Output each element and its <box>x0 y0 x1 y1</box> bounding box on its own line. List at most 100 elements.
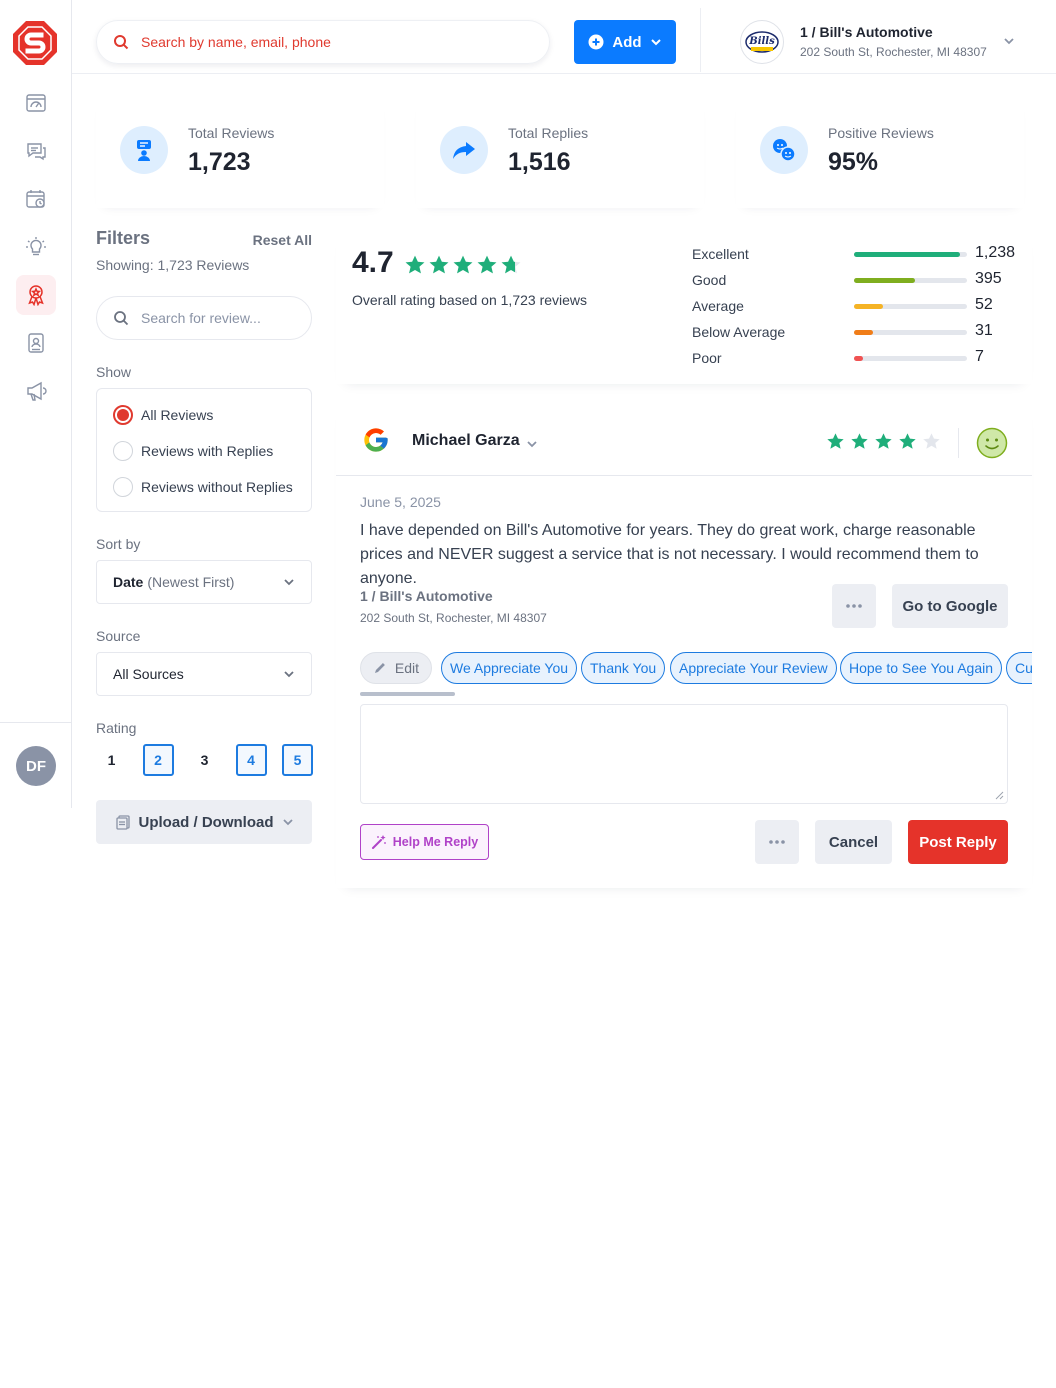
chip-thank-you[interactable]: Thank You <box>581 652 666 684</box>
upload-download-label: Upload / Download <box>138 813 274 831</box>
overall-stars <box>404 254 522 276</box>
chip-hope-to-see-you-again[interactable]: Hope to See You Again <box>840 652 1003 684</box>
global-search-placeholder: Search by name, email, phone <box>141 34 331 50</box>
overall-rating: 4.7 <box>352 246 394 279</box>
more-dots-icon <box>846 604 862 608</box>
topbar-divider <box>700 8 701 72</box>
breakdown-track <box>854 252 967 257</box>
breakdown-row: Excellent 1,238 <box>692 244 1032 270</box>
review-more-button[interactable] <box>832 584 876 628</box>
edit-label: Edit <box>394 660 419 676</box>
rating-option-2[interactable]: 2 <box>142 744 174 776</box>
show-option-all[interactable]: All Reviews <box>113 405 213 425</box>
chip-appreciate-your-review[interactable]: Appreciate Your Review <box>670 652 837 684</box>
add-button-label: Add <box>612 33 642 51</box>
source-select[interactable]: All Sources <box>96 652 312 696</box>
star-icon <box>827 433 844 449</box>
upload-download-button[interactable]: Upload / Download <box>96 800 312 844</box>
rail-dashboard[interactable] <box>0 83 72 123</box>
radio-unselected[interactable] <box>113 441 133 461</box>
rating-options: 1 2 3 4 5 <box>96 744 329 776</box>
breakdown-row: Good 395 <box>692 270 1032 296</box>
show-option-without-replies[interactable]: Reviews without Replies <box>113 477 293 497</box>
rating-option-1[interactable]: 1 <box>96 744 127 776</box>
add-button[interactable]: Add <box>574 20 676 64</box>
stat-icon-wrap <box>440 126 488 174</box>
show-options: All Reviews Reviews with Replies Reviews… <box>96 388 312 512</box>
breakdown-row: Poor 7 <box>692 348 1032 374</box>
breakdown-track <box>854 304 967 309</box>
chip-we-appreciate-you[interactable]: We Appreciate You <box>441 652 578 684</box>
review-search-input[interactable]: Search for review... <box>96 296 312 340</box>
chevron-down-icon <box>284 671 294 678</box>
breakdown-fill <box>854 278 916 283</box>
resize-handle-icon[interactable] <box>994 790 1004 800</box>
radio-unselected[interactable] <box>113 477 133 497</box>
chevron-down-icon[interactable] <box>526 438 538 450</box>
more-dots-icon <box>769 840 785 844</box>
rail-reviews[interactable] <box>0 275 72 315</box>
reply-arrow-icon <box>453 142 475 159</box>
edit-templates-button[interactable]: Edit <box>360 652 432 684</box>
chips-scrollbar[interactable] <box>360 692 455 696</box>
pencil-icon <box>374 663 385 673</box>
review-location-name: 1 / Bill's Automotive <box>360 588 493 604</box>
global-search-input[interactable]: Search by name, email, phone <box>96 20 550 64</box>
chevron-down-icon <box>282 819 293 826</box>
sort-label: Sort by <box>96 536 141 552</box>
smiley-face-icon <box>976 427 1008 459</box>
rail-campaigns[interactable] <box>0 371 72 411</box>
breakdown-count: 7 <box>975 348 984 365</box>
rail-messages[interactable] <box>0 131 72 171</box>
sort-value: Date <box>113 574 144 590</box>
reviewer-name[interactable]: Michael Garza <box>412 432 520 450</box>
radio-selected[interactable] <box>113 405 133 425</box>
s-octagon-icon <box>13 21 57 65</box>
stat-icon-wrap <box>120 126 168 174</box>
user-avatar[interactable]: DF <box>16 746 56 786</box>
star-icon <box>405 255 425 274</box>
contact-card-icon <box>28 333 44 353</box>
show-option-label: Reviews with Replies <box>141 443 274 459</box>
show-option-with-replies[interactable]: Reviews with Replies <box>113 441 273 461</box>
rating-option-3[interactable]: 3 <box>189 744 220 776</box>
chevron-down-icon <box>284 579 294 586</box>
rail-contacts[interactable] <box>0 323 72 363</box>
go-to-google-button[interactable]: Go to Google <box>892 584 1008 628</box>
breakdown-label: Poor <box>692 350 722 366</box>
rating-option-5[interactable]: 5 <box>282 744 313 776</box>
reset-all-button[interactable]: Reset All <box>253 232 312 248</box>
app-logo[interactable] <box>12 20 58 66</box>
breakdown-track <box>854 356 967 361</box>
stat-total-replies: Total Replies 1,516 <box>416 96 704 208</box>
business-name[interactable]: 1 / Bill's Automotive <box>800 24 933 40</box>
cancel-button[interactable]: Cancel <box>815 820 892 864</box>
review-search-placeholder: Search for review... <box>141 310 261 326</box>
header-divider <box>958 428 959 458</box>
stat-icon-wrap <box>760 126 808 174</box>
rating-breakdown: Excellent 1,238 Good 395 Average 52 Below Aver… <box>692 244 1032 374</box>
rail-calendar[interactable] <box>0 179 72 219</box>
breakdown-label: Excellent <box>692 246 749 262</box>
lightbulb-icon <box>26 237 46 256</box>
breakdown-fill <box>854 356 864 361</box>
reply-more-button[interactable] <box>755 820 799 864</box>
post-reply-button[interactable]: Post Reply <box>908 820 1008 864</box>
showing-count: Showing: 1,723 Reviews <box>96 257 250 273</box>
overall-rating-text: Overall rating based on 1,723 reviews <box>352 292 588 308</box>
sort-value-sub: (Newest First) <box>147 574 235 590</box>
reply-textarea[interactable] <box>360 704 1008 804</box>
breakdown-count: 395 <box>975 270 1002 287</box>
rail-insights[interactable] <box>0 227 72 267</box>
sort-select[interactable]: Date (Newest First) <box>96 560 312 604</box>
business-logo[interactable]: Bills <box>740 20 784 64</box>
business-switcher-chevron-icon[interactable] <box>1002 34 1016 48</box>
business-logo-image: Bills <box>745 31 779 53</box>
document-icon <box>115 815 130 830</box>
rating-label: Rating <box>96 720 137 736</box>
rating-option-4[interactable]: 4 <box>235 744 267 776</box>
show-option-label: Reviews without Replies <box>141 479 293 495</box>
help-me-reply-button[interactable]: Help Me Reply <box>360 824 489 860</box>
chip-truncated[interactable]: Cu <box>1006 652 1032 684</box>
google-icon <box>364 428 388 452</box>
